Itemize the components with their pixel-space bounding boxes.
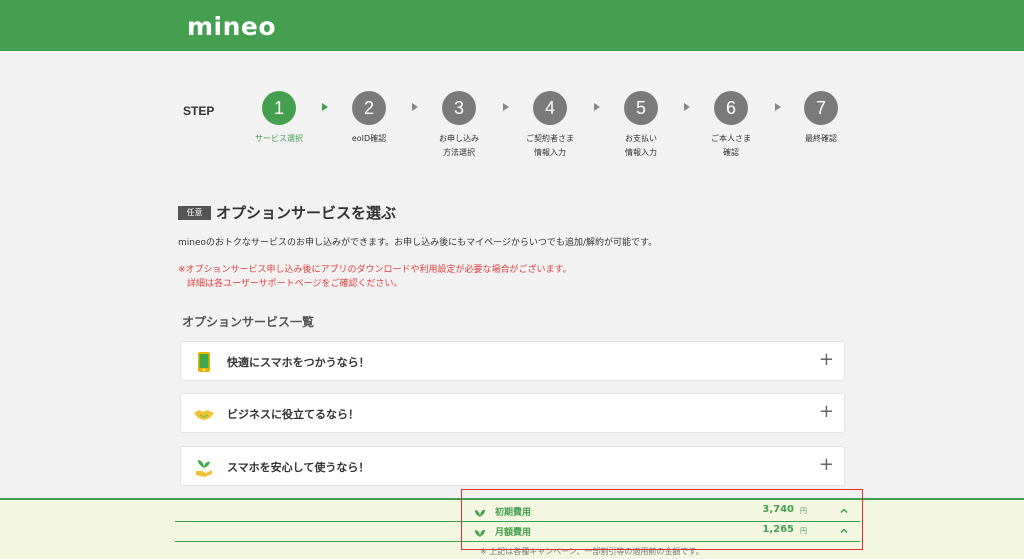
step-2: 2 eoID確認 xyxy=(319,91,419,146)
step-number: 3 xyxy=(442,91,476,125)
step-caption: eoID確認 xyxy=(351,134,387,143)
step-number: 7 xyxy=(804,91,838,125)
step-label: STEP xyxy=(183,104,215,118)
plant-hand-icon xyxy=(196,460,212,477)
section-description: mineoのおトクなサービスのお申し込みができます。お申し込み後にもマイページか… xyxy=(178,238,658,248)
step-4: 4 ご契約者さま 情報入力 xyxy=(500,91,600,160)
step-6: 6 ご本人さま 確認 xyxy=(681,91,781,160)
step-number: 4 xyxy=(533,91,567,125)
option-list-title: オプションサービス一覧 xyxy=(182,315,315,329)
step-7: 7 最終確認 xyxy=(771,91,871,146)
warning-line: 詳細は各ユーザーサポートページをご確認ください。 xyxy=(187,279,403,289)
highlight-box xyxy=(461,489,863,550)
step-1: 1 サービス選択 xyxy=(229,91,329,146)
option-card-business[interactable]: ビジネスに役立てるなら！ + xyxy=(180,393,845,433)
step-number: 6 xyxy=(714,91,748,125)
handshake-icon xyxy=(194,410,214,420)
step-caption: お支払い 情報入力 xyxy=(625,134,657,157)
site-header: mineo xyxy=(0,0,1024,51)
warning-line: ※オプションサービス申し込み後にアプリのダウンロードや利用設定が必要な場合がござ… xyxy=(178,265,572,275)
option-card-title: スマホを安心して使うなら！ xyxy=(227,461,370,474)
option-card-title: 快適にスマホをつかうなら！ xyxy=(227,356,370,369)
plus-icon[interactable]: + xyxy=(819,401,834,423)
step-number: 5 xyxy=(624,91,658,125)
step-caption: 最終確認 xyxy=(805,134,837,143)
optional-badge: 任意 xyxy=(178,206,211,220)
option-card-title: ビジネスに役立てるなら！ xyxy=(227,408,359,421)
step-caption: ご契約者さま 情報入力 xyxy=(526,134,574,157)
plus-icon[interactable]: + xyxy=(819,454,834,476)
option-card-smartphone[interactable]: 快適にスマホをつかうなら！ + xyxy=(180,341,845,381)
step-caption: お申し込み 方法選択 xyxy=(439,134,479,157)
step-3: 3 お申し込み 方法選択 xyxy=(409,91,509,160)
step-caption: サービス選択 xyxy=(255,134,303,143)
mineo-logo[interactable]: mineo xyxy=(187,12,276,41)
section-title: オプションサービスを選ぶ xyxy=(216,204,397,222)
warning-note: ※オプションサービス申し込み後にアプリのダウンロードや利用設定が必要な場合がござ… xyxy=(178,263,572,291)
smartphone-icon xyxy=(198,352,210,372)
step-number: 2 xyxy=(352,91,386,125)
step-caption: ご本人さま 確認 xyxy=(711,134,751,157)
step-5: 5 お支払い 情報入力 xyxy=(591,91,691,160)
plus-icon[interactable]: + xyxy=(819,349,834,371)
step-number: 1 xyxy=(262,91,296,125)
option-card-security[interactable]: スマホを安心して使うなら！ + xyxy=(180,446,845,486)
